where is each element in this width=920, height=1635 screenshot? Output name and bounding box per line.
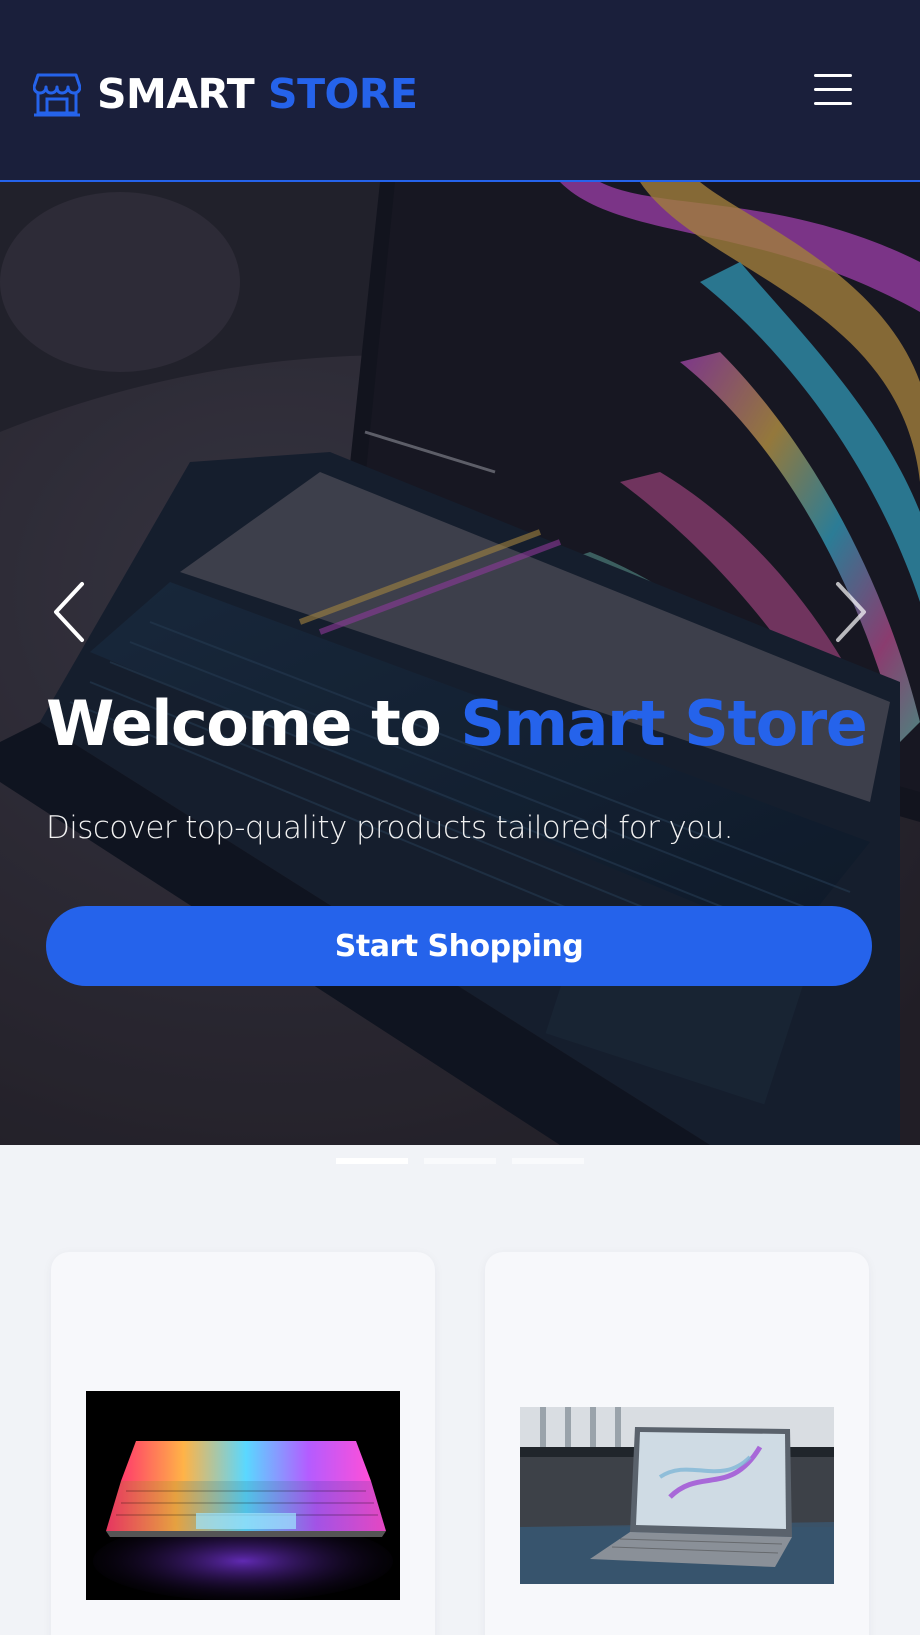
start-shopping-button[interactable]: Start Shopping [46, 906, 872, 986]
brand-name: SMART STORE [97, 70, 418, 118]
product-card[interactable] [51, 1252, 435, 1635]
laptop-on-windowsill-photo [520, 1407, 834, 1584]
chevron-left-icon[interactable] [50, 580, 90, 644]
hero-title-part2: Smart Store [460, 687, 867, 760]
product-card[interactable] [485, 1252, 869, 1635]
carousel-indicator-1[interactable] [336, 1158, 408, 1164]
hero-carousel: Welcome to Smart Store Discover top-qual… [0, 182, 920, 1145]
carousel-indicator-2[interactable] [424, 1158, 496, 1164]
hamburger-menu-button[interactable] [814, 74, 852, 108]
hero-overlay [0, 182, 920, 1145]
brand-name-part2: STORE [268, 70, 418, 118]
hamburger-menu-icon-bar [814, 102, 852, 105]
site-header: SMART STORE [0, 0, 920, 182]
hamburger-menu-icon-bar [814, 74, 852, 77]
hero-subtitle: Discover top-quality products tailored f… [46, 810, 733, 846]
chevron-right-icon[interactable] [830, 580, 870, 644]
hero-title-part1: Welcome to [46, 687, 442, 760]
carousel-indicators [0, 1158, 920, 1166]
storefront-icon [33, 73, 81, 117]
brand-name-part1: SMART [97, 70, 255, 118]
hamburger-menu-icon-bar [814, 88, 852, 91]
hero-title: Welcome to Smart Store [46, 687, 886, 760]
product-image[interactable] [520, 1407, 834, 1584]
product-image[interactable] [86, 1391, 400, 1600]
laptop-glowing-keyboard-photo [86, 1391, 400, 1600]
carousel-indicator-3[interactable] [512, 1158, 584, 1164]
brand-logo[interactable]: SMART STORE [33, 70, 418, 118]
